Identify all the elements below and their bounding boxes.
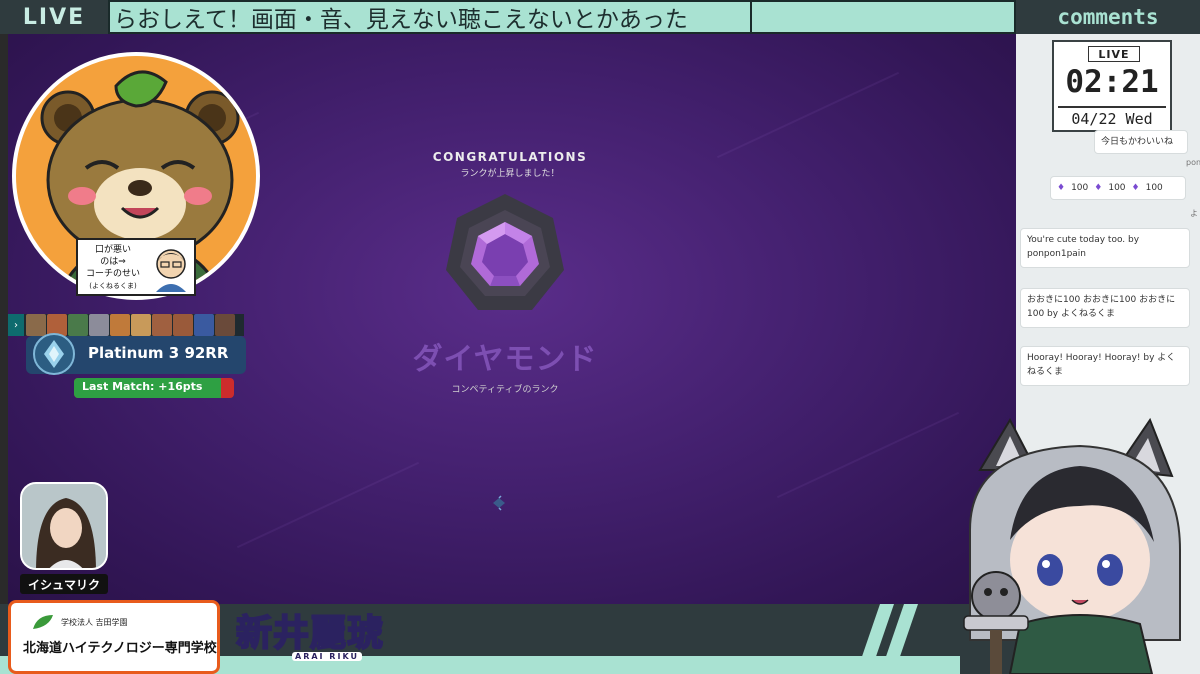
stream-clock: LIVE 02:21 04/22 Wed bbox=[1052, 40, 1172, 132]
ticker-text: らおしえて！画面・音、見えない聴こえないとかあった bbox=[114, 7, 688, 32]
comment-author-fragment: よ bbox=[1190, 209, 1198, 218]
emote-count: 100 bbox=[1108, 183, 1126, 193]
last-match-bar: Last Match: +16pts bbox=[74, 378, 234, 398]
agent-portrait bbox=[131, 314, 151, 336]
congrats-subtitle: ランクが上昇しました！ bbox=[460, 169, 560, 179]
diamond-rank-icon bbox=[446, 194, 564, 310]
school-subtitle: 学校法人 吉田学園 bbox=[61, 618, 128, 627]
guest-avatar bbox=[20, 482, 108, 570]
comment-text: 今日もかわいいね bbox=[1101, 137, 1174, 147]
comment-bubble: 今日もかわいいね bbox=[1094, 130, 1188, 154]
bg-streak bbox=[236, 461, 420, 549]
rank-card-text: Platinum 3 92RR bbox=[88, 344, 229, 362]
comment-text: You're cute today too. by ponpon1pain bbox=[1027, 235, 1140, 259]
agent-portrait bbox=[152, 314, 172, 336]
coach-sign: 口が悪い のは⇒ コーチのせい (よくねるくま) bbox=[76, 238, 196, 296]
stripes-decoration bbox=[860, 604, 918, 674]
comment-bubble: Hooray! Hooray! Hooray! by よくねるくま bbox=[1020, 346, 1190, 386]
ticker-banner: らおしえて！画面・音、見えない聴こえないとかあった bbox=[110, 2, 750, 32]
top-bar: LIVE らおしえて！画面・音、見えない聴こえないとかあった comments bbox=[0, 0, 1200, 34]
comment-text: Hooray! Hooray! Hooray! by よくねるくま bbox=[1027, 353, 1176, 377]
agent-portrait bbox=[215, 314, 235, 336]
chevron-right-icon[interactable]: › bbox=[8, 314, 24, 336]
vtuber-model bbox=[963, 417, 1181, 674]
guest-name: イシュマリク bbox=[20, 574, 108, 594]
comments-header: comments bbox=[1016, 0, 1200, 34]
sign-line: (よくねるくま) bbox=[89, 282, 137, 290]
school-name: 北海道ハイテクノロジー専門学校 bbox=[23, 641, 217, 656]
clock-live-label: LIVE bbox=[1088, 46, 1140, 62]
comment-bubble: You're cute today too. by ponpon1pain bbox=[1020, 228, 1190, 268]
rank-name: ダイヤモンド bbox=[412, 342, 598, 377]
agent-portrait bbox=[110, 314, 130, 336]
agent-portrait bbox=[89, 314, 109, 336]
congrats-header: CONGRATULATIONS ランクが上昇しました！ bbox=[400, 150, 620, 179]
bg-streak bbox=[776, 411, 960, 499]
coach-avatar-icon bbox=[156, 249, 186, 292]
rank-card: Platinum 3 92RR bbox=[26, 333, 246, 375]
gem-emote-icon: ♦ bbox=[1094, 183, 1103, 193]
logo-kanji: 新井麗琥 bbox=[235, 612, 385, 655]
sign-line: のは⇒ bbox=[100, 257, 126, 267]
comment-author-fragment: pon bbox=[1186, 158, 1200, 167]
platinum-rank-icon bbox=[33, 333, 75, 375]
congrats-title: CONGRATULATIONS bbox=[432, 150, 588, 164]
last-match-text: Last Match: +16pts bbox=[82, 380, 203, 393]
emote-count: 100 bbox=[1071, 183, 1089, 193]
school-logo: 学校法人 吉田学園 北海道ハイテクノロジー専門学校 bbox=[8, 600, 220, 674]
comment-bubble: おおきに100 おおきに100 おおきに100 by よくねるくま bbox=[1020, 288, 1190, 328]
live-indicator: LIVE bbox=[0, 0, 108, 34]
comment-text: おおきに100 おおきに100 おおきに100 by よくねるくま bbox=[1027, 295, 1176, 319]
rank-description: コンペティティブのランク bbox=[451, 385, 559, 395]
clock-time: 02:21 bbox=[1065, 64, 1159, 100]
agent-portrait bbox=[173, 314, 193, 336]
sign-line: コーチのせい bbox=[85, 269, 140, 279]
leaf-icon bbox=[33, 615, 53, 629]
sign-line: 口が悪い bbox=[94, 245, 131, 255]
guest-portrait-icon bbox=[22, 484, 106, 568]
clock-date: 04/22 Wed bbox=[1058, 106, 1166, 128]
game-cursor-icon bbox=[493, 495, 505, 511]
emote-count: 100 bbox=[1145, 183, 1163, 193]
gem-emote-icon: ♦ bbox=[1057, 183, 1066, 193]
comment-emote-bubble: ♦ 100 ♦ 100 ♦ 100 bbox=[1050, 176, 1186, 200]
agent-portrait bbox=[194, 314, 214, 336]
bg-streak bbox=[716, 71, 900, 159]
streamer-logo: 新井麗琥 ARAI RIKU bbox=[230, 602, 410, 672]
logo-romaji: ARAI RIKU bbox=[292, 652, 362, 661]
ticker-extension bbox=[752, 2, 1014, 32]
gem-emote-icon: ♦ bbox=[1131, 183, 1140, 193]
